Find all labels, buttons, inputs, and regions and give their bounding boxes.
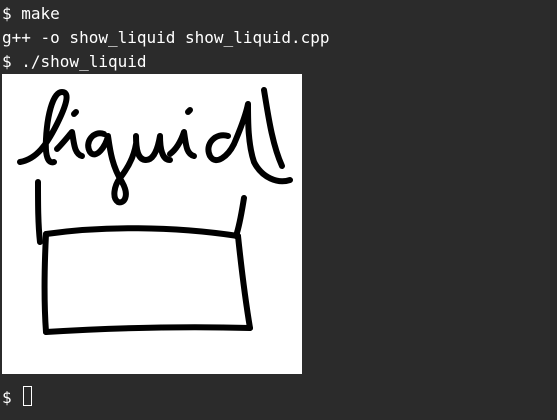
liquid-left-edge — [41, 231, 49, 335]
liquid-surface-line — [43, 225, 241, 239]
handwriting-q — [85, 130, 139, 206]
handwriting-i1-dot — [71, 109, 79, 117]
handwriting-d-ascender — [261, 87, 285, 169]
terminal-line-run: $ ./show_liquid — [2, 52, 147, 71]
handwriting-u — [133, 133, 173, 163]
terminal-window[interactable]: $ make g++ -o show_liquid show_liquid.cp… — [0, 0, 557, 420]
terminal-prompt: $ — [2, 388, 12, 407]
liquid-right-edge — [235, 233, 253, 331]
handwriting-d — [205, 101, 293, 185]
handwriting-i2 — [167, 129, 197, 159]
handwriting-i1 — [54, 129, 85, 159]
terminal-line-make: $ make — [2, 4, 60, 23]
container-right-wall — [233, 195, 247, 239]
terminal-cursor[interactable] — [23, 386, 32, 406]
liquid-drawing — [17, 87, 293, 335]
show-liquid-canvas — [2, 74, 302, 374]
handwriting-l — [17, 89, 70, 166]
container-bottom — [43, 324, 253, 335]
container-left-wall — [35, 179, 43, 245]
terminal-line-compile: g++ -o show_liquid show_liquid.cpp — [2, 28, 330, 47]
handwriting-i2-dot — [185, 107, 193, 115]
